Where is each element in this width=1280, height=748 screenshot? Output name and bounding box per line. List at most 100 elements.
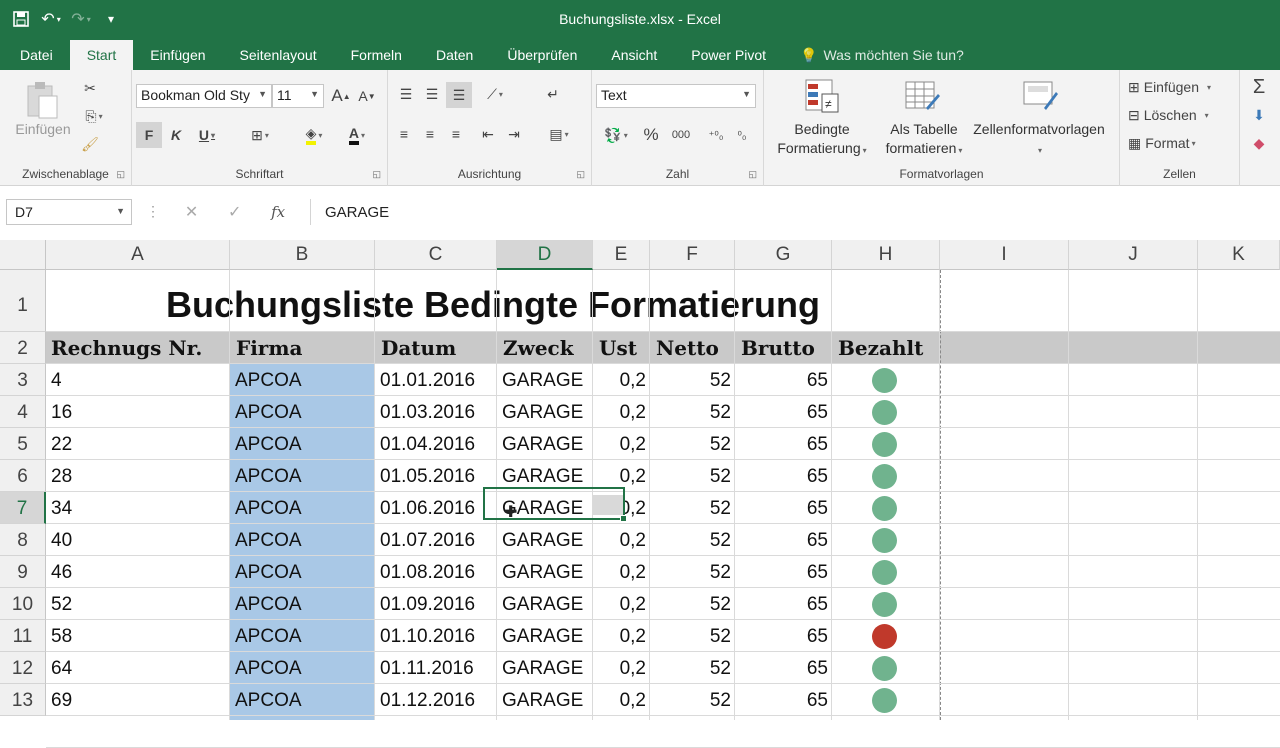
data-cell[interactable]: 34 [51, 492, 72, 524]
row-header-8[interactable]: 8 [0, 524, 46, 556]
row-header-11[interactable]: 11 [0, 620, 46, 652]
data-cell[interactable]: GARAGE [502, 684, 583, 716]
data-cell[interactable]: 01.05.2016 [380, 460, 475, 492]
data-cell[interactable]: GARAGE [502, 556, 583, 588]
data-cell[interactable]: 01.06.2016 [380, 492, 475, 524]
header-cell-5[interactable]: Netto [656, 332, 719, 364]
wrap-text-icon[interactable]: ↵ [540, 82, 566, 106]
data-cell[interactable]: APCOA [235, 588, 302, 620]
data-cell[interactable]: APCOA [235, 684, 302, 716]
data-cell[interactable]: APCOA [235, 620, 302, 652]
row-header-7[interactable]: 7 [0, 492, 46, 524]
cancel-icon[interactable]: ✕ [185, 202, 198, 222]
data-cell[interactable]: GARAGE [502, 524, 583, 556]
data-cell[interactable]: 01.03.2016 [380, 396, 475, 428]
data-cell[interactable]: 52 [650, 428, 731, 460]
data-cell[interactable]: APCOA [235, 492, 302, 524]
data-cell[interactable]: 40 [51, 524, 72, 556]
data-cell[interactable]: 52 [650, 652, 731, 684]
insert-cells-button[interactable]: ⊞ Einfügen ▾ [1128, 76, 1236, 98]
percent-style-button[interactable]: % [640, 122, 662, 148]
row-header-1[interactable]: 1 [0, 270, 46, 332]
format-as-table-icon[interactable] [902, 76, 942, 116]
row-header-10[interactable]: 10 [0, 588, 46, 620]
data-cell[interactable]: 16 [51, 396, 72, 428]
copy-icon[interactable]: ⎘ ▾ [78, 104, 110, 128]
align-center-icon[interactable]: ≡ [418, 122, 442, 146]
tab-datei[interactable]: Datei [0, 40, 70, 70]
tab-formeln[interactable]: Formeln [334, 40, 419, 70]
tab-ansicht[interactable]: Ansicht [594, 40, 674, 70]
data-cell[interactable]: APCOA [235, 396, 302, 428]
data-cell[interactable]: APCOA [235, 364, 302, 396]
clipboard-launcher-icon[interactable]: ◱ [116, 169, 125, 180]
data-cell[interactable]: 01.11.2016 [380, 652, 474, 684]
orientation-icon[interactable]: ⟋ ▾ [478, 82, 512, 106]
data-cell[interactable]: 01.12.2016 [380, 684, 475, 716]
data-cell[interactable]: 01.08.2016 [380, 556, 475, 588]
name-box[interactable]: D7 ▼ [6, 199, 132, 225]
insert-function-icon[interactable]: fx [271, 203, 285, 221]
grow-font-button[interactable]: A ▲ [330, 84, 352, 108]
data-cell[interactable]: 01.07.2016 [380, 524, 475, 556]
clear-icon[interactable]: ◆ [1246, 132, 1272, 154]
header-cell-0[interactable]: Rechnugs Nr. [51, 332, 202, 364]
row-header-3[interactable]: 3 [0, 364, 46, 396]
column-header-d[interactable]: D [497, 240, 593, 270]
alignment-launcher-icon[interactable]: ◱ [576, 169, 585, 180]
tab-power-pivot[interactable]: Power Pivot [674, 40, 783, 70]
sheet-title[interactable]: Buchungsliste Bedingte Formatierung [46, 270, 940, 332]
data-cell[interactable]: 22 [51, 428, 72, 460]
merge-center-icon[interactable]: ▤ ▾ [540, 122, 578, 146]
data-cell[interactable]: 65 [735, 396, 828, 428]
borders-icon[interactable]: ⊞ ▾ [242, 122, 278, 148]
tell-me-search[interactable]: 💡 Was möchten Sie tun? [783, 40, 981, 70]
data-cell[interactable]: GARAGE [502, 652, 583, 684]
underline-button[interactable]: U ▾ [190, 122, 224, 148]
data-cell[interactable]: GARAGE [502, 428, 583, 460]
tab-daten[interactable]: Daten [419, 40, 490, 70]
header-cell-2[interactable]: Datum [381, 332, 456, 364]
column-header-b[interactable]: B [230, 240, 375, 270]
data-cell[interactable]: 65 [735, 492, 828, 524]
confirm-icon[interactable]: ✓ [228, 202, 241, 222]
data-cell[interactable]: 65 [735, 460, 828, 492]
data-cell[interactable]: GARAGE [502, 588, 583, 620]
data-cell[interactable]: 52 [650, 588, 731, 620]
increase-indent-icon[interactable]: ⇥ [502, 122, 526, 146]
data-cell[interactable]: 52 [650, 684, 731, 716]
data-cell[interactable]: 0,2 [593, 684, 646, 716]
data-cell[interactable]: 52 [650, 396, 731, 428]
accounting-format-icon[interactable]: 💱 ▾ [596, 122, 636, 148]
font-name-select[interactable]: Bookman Old Sty ▼ [136, 84, 272, 108]
column-header-h[interactable]: H [832, 240, 940, 270]
decrease-decimal-icon[interactable]: ⁰₀ [730, 122, 754, 148]
column-header-g[interactable]: G [735, 240, 832, 270]
data-cell[interactable]: 65 [735, 524, 828, 556]
data-cell[interactable]: GARAGE [502, 396, 583, 428]
data-cell[interactable]: 58 [51, 620, 72, 652]
column-header-e[interactable]: E [593, 240, 650, 270]
data-cell[interactable]: 28 [51, 460, 72, 492]
fill-icon[interactable]: ⬇ [1246, 104, 1272, 126]
fill-color-icon[interactable]: ◈ ▾ [296, 122, 332, 148]
italic-button[interactable]: K [164, 122, 188, 148]
number-format-select[interactable]: Text ▼ [596, 84, 756, 108]
column-header-f[interactable]: F [650, 240, 735, 270]
align-top-icon[interactable]: ☰ [394, 82, 418, 106]
align-right-icon[interactable]: ≡ [444, 122, 468, 146]
tab-seitenlayout[interactable]: Seitenlayout [223, 40, 334, 70]
row-header-4[interactable]: 4 [0, 396, 46, 428]
format-as-table-label[interactable]: Als Tabelle formatieren ▾ [874, 120, 974, 160]
data-cell[interactable]: 01.04.2016 [380, 428, 475, 460]
data-cell[interactable]: 69 [51, 684, 72, 716]
data-cell[interactable]: 52 [650, 364, 731, 396]
data-cell[interactable]: 0,2 [593, 588, 646, 620]
data-cell[interactable]: 0,2 [593, 652, 646, 684]
font-launcher-icon[interactable]: ◱ [372, 169, 381, 180]
format-cells-button[interactable]: ▦ Format ▾ [1128, 132, 1236, 154]
data-cell[interactable]: 0,2 [593, 396, 646, 428]
data-cell[interactable]: 01.01.2016 [380, 364, 475, 396]
data-cell[interactable]: 52 [650, 492, 731, 524]
data-cell[interactable]: 0,2 [593, 620, 646, 652]
